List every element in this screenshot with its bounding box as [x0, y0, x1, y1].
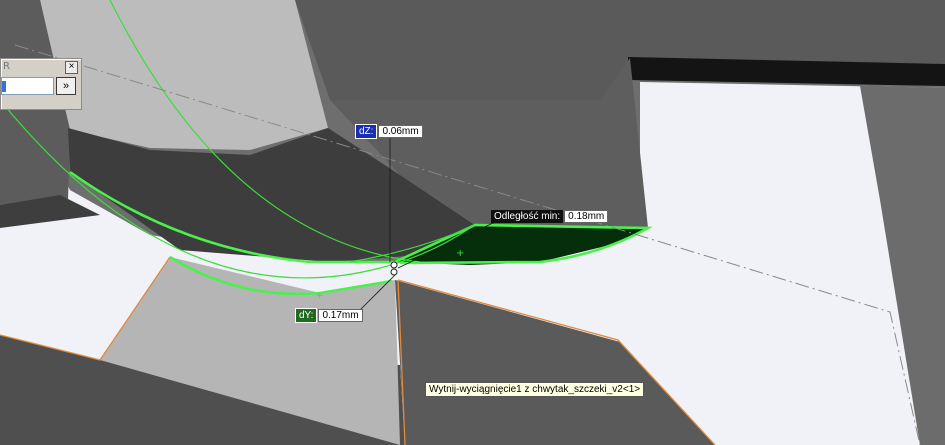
dy-label: dY:	[295, 308, 318, 323]
edge-center-marker: +	[316, 291, 324, 301]
face-center-marker: +	[456, 248, 464, 259]
expand-button[interactable]: »	[56, 77, 76, 95]
measure-point-bottom	[390, 268, 398, 276]
panel-selection-field[interactable]	[1, 77, 54, 95]
dz-value: 0.06mm	[378, 125, 423, 138]
field-accent	[2, 81, 6, 92]
min-distance-value: 0.18mm	[564, 210, 609, 223]
cad-viewport[interactable]: + + R × » dZ: 0.06mm Odległość min: 0.18…	[0, 0, 945, 445]
dz-label: dZ:	[355, 124, 378, 139]
dy-value: 0.17mm	[318, 309, 363, 322]
panel-title: R	[3, 61, 10, 72]
min-distance-label: Odległość min:	[491, 210, 564, 223]
feature-tooltip: Wytnij-wyciągnięcie1 z chwytak_szczeki_v…	[425, 382, 645, 397]
floating-toolbar-panel: R × »	[0, 58, 82, 110]
min-distance-callout[interactable]: Odległość min: 0.18mm	[491, 210, 609, 223]
dy-callout[interactable]: dY: 0.17mm	[295, 308, 363, 323]
3d-model-scene[interactable]: + +	[0, 0, 945, 445]
dz-callout[interactable]: dZ: 0.06mm	[355, 124, 423, 139]
measure-point-top	[390, 261, 398, 269]
close-button[interactable]: ×	[65, 61, 78, 74]
